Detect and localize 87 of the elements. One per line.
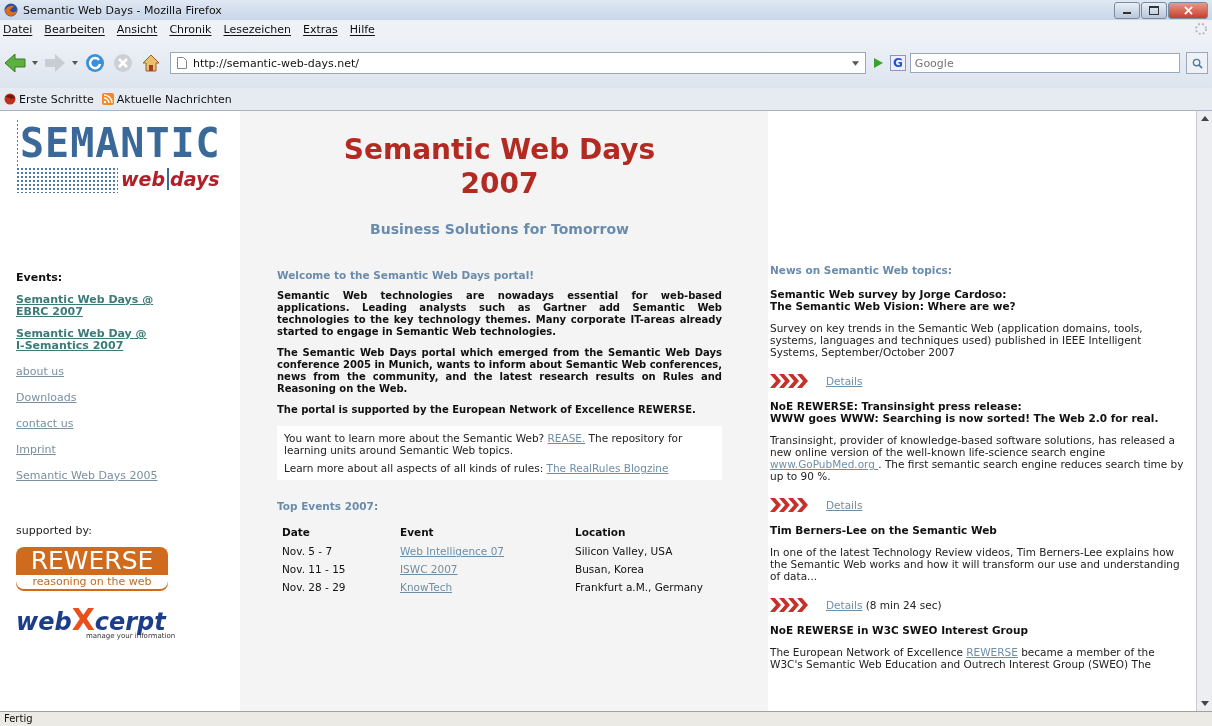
details-link[interactable]: Details [826, 375, 863, 387]
minimize-button[interactable] [1114, 1, 1140, 19]
close-button[interactable] [1168, 1, 1208, 19]
news-title: NoE REWERSE in W3C SWEO Interest Group [770, 624, 1029, 636]
news-title: Semantic Web survey by Jorge Cardoso: The Semantic Web Vision: Where are we? [770, 288, 1017, 312]
column-header: Location [574, 526, 627, 540]
sidebar-link[interactable]: contact us [16, 418, 74, 430]
table-cell: Busan, Korea [575, 563, 644, 575]
sidebar-link[interactable]: Semantic Web Day @ I-Semantics 2007 [16, 328, 147, 352]
globe-icon [4, 3, 18, 17]
menu-item[interactable]: Chronik [169, 22, 212, 36]
sidebar-link[interactable]: Semantic Web Days @ EBRC 2007 [16, 294, 154, 318]
site-logo: SEMANTIC web days [16, 119, 225, 193]
window-title: Semantic Web Days - Mozilla Firefox [23, 3, 222, 17]
dropdown-icon[interactable] [32, 61, 38, 65]
info-text: Learn more about all aspects of all kinds of rules: The RealRules Blogzine [284, 462, 670, 474]
status-bar: Fertig [0, 711, 1212, 726]
column-header: Date [281, 526, 311, 540]
home-icon[interactable] [140, 53, 162, 73]
news-title: Tim Berners-Lee on the Semantic Web [770, 524, 998, 536]
menu-item[interactable]: Bearbeiten [44, 22, 105, 36]
details-link[interactable]: Details [826, 499, 863, 511]
section-heading: News on Semantic Web topics: [770, 264, 954, 276]
news-text: Survey on key trends in the Semantic Web (application domains, tools, systems, languages and techniques used) published in IEEE Intelligent Systems, September/October 2007 [770, 322, 1144, 358]
back-arrow-icon[interactable] [4, 53, 26, 73]
search-field[interactable]: Google [909, 53, 1180, 73]
scrollbar[interactable] [1196, 111, 1212, 711]
browser-icon [4, 93, 16, 105]
table-cell: Nov. 5 - 7 [282, 545, 333, 557]
text-link[interactable]: REASE. [547, 432, 586, 444]
search-engine-icon[interactable]: G [890, 55, 906, 71]
feed-icon [101, 93, 114, 105]
down-arrow-icon[interactable] [1200, 701, 1209, 706]
sidebar-link[interactable]: Imprint [16, 444, 56, 456]
page-title: Semantic Web Days 2007 [342, 133, 657, 201]
table-cell: Nov. 11 - 15 [282, 563, 346, 575]
address-field[interactable]: http://semantic-web-days.net/ [170, 52, 866, 74]
intro-paragraph: Semantic Web technologies are nowadays essential for web-based applications. Leading analysts such as Gartner add Semantic Web technologies to the key technology themes. Many corporate IT-areas already started to engage in Semantic Web technologies. [277, 290, 722, 338]
chevrons-icon [770, 498, 810, 512]
chevrons-icon [770, 374, 810, 388]
details-link[interactable]: Details [826, 599, 863, 611]
events-heading: Events: [16, 271, 63, 284]
menu-item[interactable]: Lesezeichen [223, 22, 292, 36]
event-link[interactable]: ISWC 2007 [400, 563, 458, 575]
go-arrow-icon[interactable] [872, 57, 884, 69]
bookmark-item[interactable]: Erste Schritte [4, 92, 94, 106]
sidebar-link[interactable]: Semantic Web Days 2005 [16, 470, 158, 482]
intro-paragraph: The Semantic Web Days portal which emerged from the Semantic Web Days conference 2005 in Munich, wants to inform about Semantic Web conferences, news from the community, and the latest research results on Rules and Reasoning on the Web. [277, 347, 722, 395]
event-link[interactable]: Web Intelligence 07 [400, 545, 505, 557]
intro-paragraph: The portal is supported by the European Network of Excellence REWERSE. [277, 404, 697, 416]
info-text: You want to learn more about the Semantic Web? REASE. The repository for learning units around Semantic Web topics. [284, 432, 684, 456]
sidebar-link[interactable]: Downloads [16, 392, 77, 404]
throbber-icon [1194, 22, 1208, 36]
supported-label: supported by: [16, 524, 92, 537]
menu-item[interactable]: Ansicht [116, 22, 158, 36]
chevrons-icon [770, 598, 810, 612]
text-link[interactable]: The RealRules Blogzine [546, 462, 669, 474]
section-heading: Top Events 2007: [277, 500, 380, 512]
text-link[interactable]: REWERSE [966, 646, 1018, 658]
menu-item[interactable]: Hilfe [349, 22, 375, 36]
table-cell: Silicon Valley, USA [575, 545, 673, 557]
news-title: NoE REWERSE: Transinsight press release: WWW goes WWW: Searching is now sorted! The Web 2.0 for real. [770, 400, 1160, 424]
news-text: In one of the latest Technology Review videos, Tim Berners-Lee explains how the Semantic Web works and how it will transform our use and understanding of data... [770, 546, 1181, 582]
sidebar-link[interactable]: about us [16, 366, 64, 378]
section-heading: Welcome to the Semantic Web Days portal! [277, 269, 536, 281]
close-icon [1183, 5, 1193, 15]
text-link[interactable]: www.GoPubMed.org [770, 458, 879, 470]
menu-item[interactable]: Extras [303, 22, 338, 36]
search-button[interactable] [1186, 52, 1208, 74]
reload-icon[interactable] [84, 53, 106, 73]
up-arrow-icon[interactable] [1200, 116, 1209, 121]
page-subtitle: Business Solutions for Tomorrow [369, 221, 630, 237]
menu-item[interactable]: Datei [3, 22, 33, 36]
bookmark-item[interactable]: Aktuelle Nachrichten [101, 92, 232, 106]
table-cell: Frankfurt a.M., Germany [575, 581, 703, 593]
dropdown-icon[interactable] [72, 61, 78, 65]
news-text: Transinsight, provider of knowledge-based software solutions, has released a new online version of the well-known life-science search engine www.GoPubMed.org . The first semantic search engine reduces search time by up to 90 %. [770, 434, 1184, 482]
column-header: Event [399, 526, 435, 540]
video-length: (8 min 24 sec) [864, 599, 942, 611]
event-link[interactable]: KnowTech [400, 581, 453, 593]
page-icon [177, 57, 187, 69]
sponsor-logo[interactable]: REWERSE reasoning on the web [16, 547, 168, 591]
dropdown-icon[interactable] [852, 60, 859, 66]
maximize-button[interactable] [1141, 1, 1167, 19]
table-cell: Nov. 28 - 29 [282, 581, 346, 593]
news-text: The European Network of Excellence REWERSE became a member of the W3C's Semantic Web Education and Outrech Interest Group (SWEO) The [770, 646, 1156, 670]
search-icon [1191, 57, 1203, 69]
